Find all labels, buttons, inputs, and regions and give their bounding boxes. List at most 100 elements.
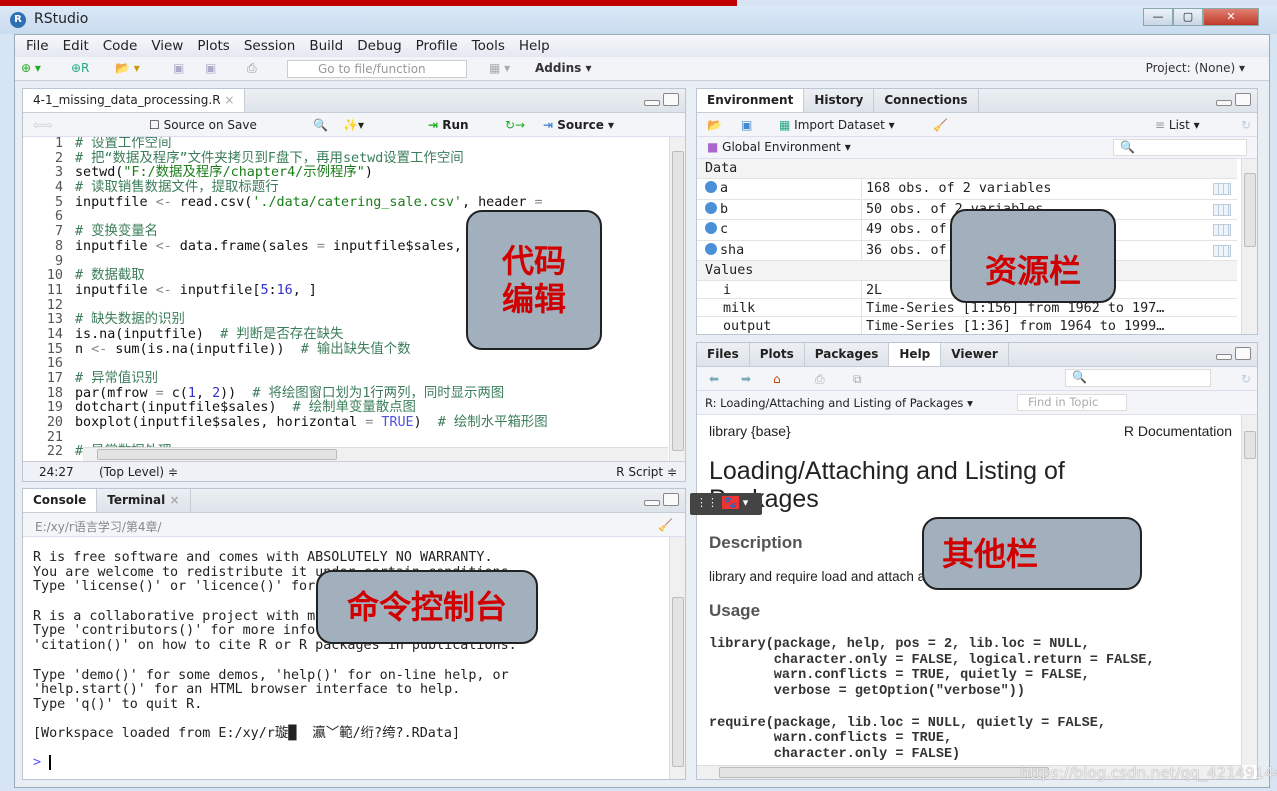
pane-minmax[interactable] (644, 93, 679, 106)
forward-arrow-icon[interactable]: ➡ (741, 372, 751, 386)
pane-minmax[interactable] (644, 493, 679, 506)
refresh-icon[interactable]: ↻ (1241, 372, 1251, 386)
menu-edit[interactable]: Edit (56, 35, 96, 57)
code-line: 17 # 异常值识别 (23, 371, 663, 387)
working-directory[interactable]: E:/xy/r语言学习/第4章/ (35, 518, 162, 535)
import-dataset-button[interactable]: ▦ Import Dataset ▾ (779, 118, 895, 132)
code-token: inputfile (75, 194, 156, 210)
help-search-input[interactable]: 🔍 (1065, 369, 1211, 387)
view-label: List ▾ (1168, 118, 1200, 132)
clear-broom-icon[interactable]: 🧹 (933, 118, 948, 132)
menu-help[interactable]: Help (512, 35, 557, 57)
console-prompt[interactable]: > (33, 754, 673, 771)
env-vscroll[interactable] (1241, 159, 1257, 334)
prompt-symbol: > (33, 754, 42, 770)
pane-minmax[interactable] (1216, 93, 1251, 106)
menu-build[interactable]: Build (302, 35, 350, 57)
search-icon[interactable]: 🔍 (313, 118, 328, 132)
env-section-data[interactable]: Data (697, 159, 1237, 179)
tab-terminal[interactable]: Terminal × (97, 489, 191, 512)
console-vscroll[interactable] (669, 537, 685, 779)
project-menu[interactable]: Project: (None) ▾ (1146, 61, 1245, 75)
environment-scope-menu[interactable]: ■ Global Environment ▾ (707, 140, 851, 154)
line-number: 18 (46, 385, 63, 401)
console-pathbar: E:/xy/r语言学习/第4章/ 🧹 (23, 513, 685, 537)
env-data-row[interactable]: a 168 obs. of 2 variables (697, 179, 1237, 200)
refresh-icon[interactable]: ↻ (1241, 118, 1251, 132)
minimize-button[interactable]: — (1143, 8, 1173, 26)
tab-viewer[interactable]: Viewer (941, 343, 1009, 366)
tab-history[interactable]: History (804, 89, 875, 112)
editor-vscroll[interactable] (669, 137, 685, 461)
tab-source-file[interactable]: 4-1_missing_data_processing.R × (23, 89, 246, 112)
addins-menu[interactable]: Addins ▾ (535, 61, 591, 75)
expand-icon[interactable] (705, 222, 717, 234)
open-file-icon[interactable]: 📂 ▾ (115, 61, 140, 75)
source-on-save-checkbox[interactable]: ☐ Source on Save (149, 118, 257, 132)
editor-statusbar: 24:27 (Top Level) ≑ R Script ≑ (23, 461, 685, 481)
tab-packages[interactable]: Packages (805, 343, 890, 366)
expand-icon[interactable] (705, 201, 717, 214)
view-table-icon[interactable] (1213, 244, 1231, 257)
view-table-icon[interactable] (1213, 203, 1231, 216)
menu-debug[interactable]: Debug (350, 35, 408, 57)
code-token: , ] (292, 282, 317, 298)
new-file-icon[interactable]: ⊕ ▾ (21, 61, 41, 75)
code-token: inputfile (75, 238, 156, 254)
expand-icon[interactable] (705, 181, 717, 193)
env-value-row[interactable]: output Time-Series [1:36] from 1964 to 19… (697, 317, 1237, 334)
var-name: milk (723, 301, 756, 316)
help-vscroll[interactable] (1241, 415, 1257, 765)
run-button[interactable]: ⇥ Run (428, 118, 469, 132)
pane-layout-icon[interactable]: ▦ ▾ (489, 61, 510, 75)
rerun-icon[interactable]: ↻→ (505, 118, 525, 132)
filetype-selector[interactable]: R Script ≑ (616, 465, 677, 479)
popout-icon[interactable]: ⧉ (853, 372, 862, 387)
goto-file-input[interactable]: Go to file/function (287, 60, 467, 78)
tab-connections[interactable]: Connections (874, 89, 979, 112)
expand-icon[interactable] (705, 242, 717, 255)
home-icon[interactable]: ⌂ (773, 372, 781, 386)
close-button[interactable]: ✕ (1203, 8, 1259, 26)
new-project-icon[interactable]: ⊕R (71, 61, 89, 75)
tab-help[interactable]: Help (889, 343, 942, 366)
find-in-topic-input[interactable]: Find in Topic (1017, 394, 1127, 411)
menu-session[interactable]: Session (237, 35, 303, 57)
environment-search-input[interactable]: 🔍 (1113, 139, 1247, 156)
maximize-button[interactable]: ▢ (1173, 8, 1203, 26)
help-topic-menu[interactable]: R: Loading/Attaching and Listing of Pack… (705, 396, 973, 410)
menu-view[interactable]: View (144, 35, 190, 57)
menu-tools[interactable]: Tools (465, 35, 512, 57)
save-icon[interactable]: ▣ (173, 61, 184, 75)
view-table-icon[interactable] (1213, 224, 1231, 236)
pane-minmax[interactable] (1216, 347, 1251, 360)
close-tab-icon[interactable]: × (224, 93, 234, 107)
list-view-button[interactable]: ≡ List ▾ (1155, 118, 1200, 132)
ime-toolbar[interactable]: ⋮⋮ 🐾 ▾ (690, 493, 762, 515)
tab-environment[interactable]: Environment (697, 89, 805, 112)
tab-files[interactable]: Files (697, 343, 750, 366)
print-icon[interactable]: ⎙ (815, 372, 825, 387)
scope-selector[interactable]: (Top Level) ≑ (99, 465, 178, 479)
source-button[interactable]: ⇥ Source ▾ (543, 118, 614, 132)
code-token: ) (413, 415, 438, 431)
print-icon[interactable]: ⎙ (247, 61, 257, 76)
tab-plots[interactable]: Plots (750, 343, 805, 366)
help-topicbar: R: Loading/Attaching and Listing of Pack… (697, 391, 1257, 415)
menu-profile[interactable]: Profile (409, 35, 465, 57)
tab-console[interactable]: Console (23, 489, 98, 512)
code-token: 5 (260, 282, 269, 298)
view-table-icon[interactable] (1213, 183, 1231, 195)
back-forward-icon[interactable]: ⇦⇨ (33, 118, 53, 132)
clear-console-icon[interactable]: 🧹 (658, 518, 673, 532)
editor-hscroll[interactable] (83, 447, 668, 461)
wand-icon[interactable]: ✨▾ (343, 118, 364, 132)
save-workspace-icon[interactable]: ▣ (741, 118, 752, 132)
load-workspace-icon[interactable]: 📂 (707, 118, 722, 132)
menu-code[interactable]: Code (96, 35, 145, 57)
save-all-icon[interactable]: ▣ (205, 61, 216, 75)
menu-plots[interactable]: Plots (190, 35, 236, 57)
back-arrow-icon[interactable]: ⬅ (709, 372, 719, 386)
menu-file[interactable]: File (19, 35, 56, 57)
